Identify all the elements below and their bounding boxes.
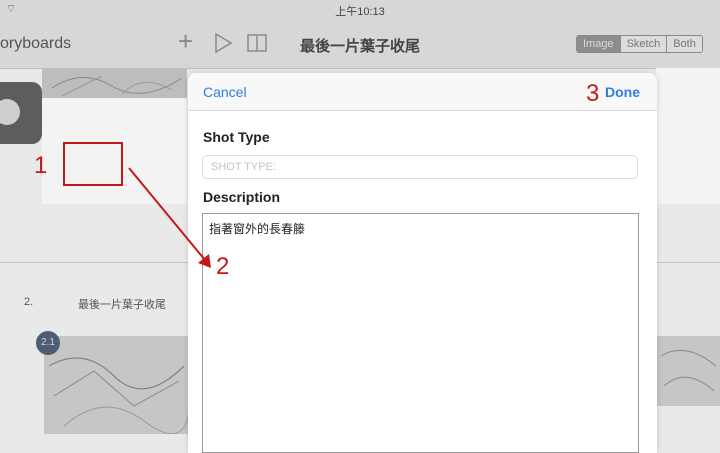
description-text: 指著窗外的長春籐: [209, 222, 306, 236]
sketch-thumbnail[interactable]: [44, 336, 190, 434]
section-number: 2.: [24, 296, 34, 308]
annotation-number-2: 2: [216, 253, 230, 280]
section-title: 最後一片葉子收尾: [78, 299, 166, 311]
status-bar: ⌔ 上午10:13: [0, 0, 720, 18]
shot-number-badge: 2.1: [36, 331, 60, 355]
done-button[interactable]: Done: [605, 84, 640, 100]
description-textarea[interactable]: 指著窗外的長春籐: [202, 213, 639, 453]
segment-image[interactable]: Image: [577, 36, 620, 52]
annotation-number-1: 1: [34, 152, 48, 179]
annotation-box: [63, 142, 123, 186]
edit-shot-modal: Cancel Done Shot Type Description 指著窗外的長…: [188, 73, 657, 453]
annotation-number-3: 3: [586, 80, 600, 107]
view-mode-segmented-control: Image Sketch Both: [576, 35, 703, 53]
shot-type-label: Shot Type: [203, 129, 270, 145]
sketch-thumbnail[interactable]: [656, 336, 720, 406]
segment-sketch[interactable]: Sketch: [619, 36, 667, 52]
status-time: 上午10:13: [335, 6, 385, 18]
nav-bar: oryboards + 最後一片葉子收尾 Image Sketch Both: [0, 18, 720, 69]
storyboard-card[interactable]: [656, 68, 720, 204]
description-label: Description: [203, 189, 281, 205]
shot-type-input[interactable]: [202, 155, 638, 179]
segment-both[interactable]: Both: [666, 36, 702, 52]
side-toggle-button[interactable]: [0, 82, 42, 144]
cancel-button[interactable]: Cancel: [203, 84, 247, 100]
sketch-thumbnail: [42, 68, 187, 98]
